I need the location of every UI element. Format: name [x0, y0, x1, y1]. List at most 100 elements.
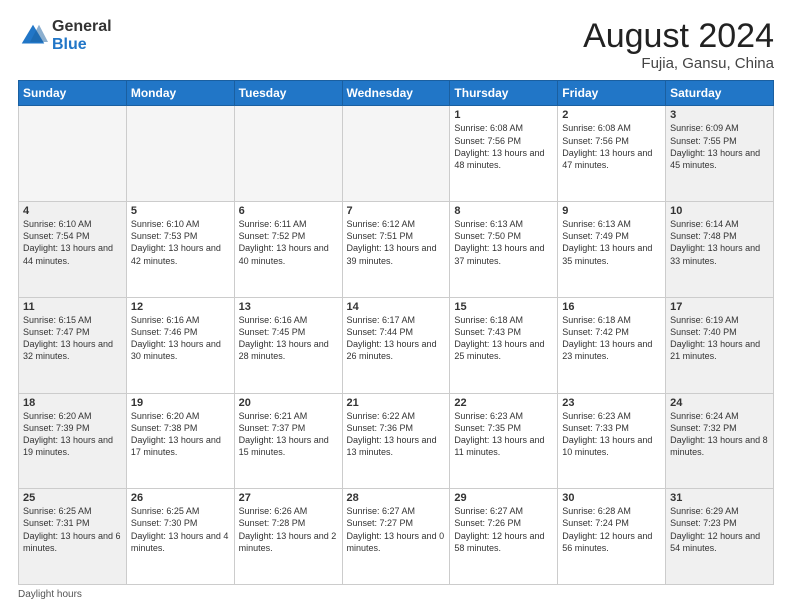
- day-info: Sunrise: 6:13 AM Sunset: 7:49 PM Dayligh…: [562, 218, 661, 267]
- table-row: [234, 106, 342, 202]
- logo-blue-text: Blue: [52, 36, 112, 54]
- table-row: 13Sunrise: 6:16 AM Sunset: 7:45 PM Dayli…: [234, 297, 342, 393]
- day-number: 17: [670, 301, 769, 313]
- table-row: 31Sunrise: 6:29 AM Sunset: 7:23 PM Dayli…: [666, 489, 774, 585]
- header: General Blue August 2024 Fujia, Gansu, C…: [18, 18, 774, 72]
- table-row: 27Sunrise: 6:26 AM Sunset: 7:28 PM Dayli…: [234, 489, 342, 585]
- col-header-monday: Monday: [126, 81, 234, 106]
- table-row: 9Sunrise: 6:13 AM Sunset: 7:49 PM Daylig…: [558, 202, 666, 298]
- table-row: 30Sunrise: 6:28 AM Sunset: 7:24 PM Dayli…: [558, 489, 666, 585]
- day-info: Sunrise: 6:15 AM Sunset: 7:47 PM Dayligh…: [23, 314, 122, 363]
- calendar-week-4: 18Sunrise: 6:20 AM Sunset: 7:39 PM Dayli…: [19, 393, 774, 489]
- day-info: Sunrise: 6:25 AM Sunset: 7:31 PM Dayligh…: [23, 505, 122, 554]
- table-row: 7Sunrise: 6:12 AM Sunset: 7:51 PM Daylig…: [342, 202, 450, 298]
- day-number: 6: [239, 205, 338, 217]
- main-title: August 2024: [583, 18, 774, 55]
- day-info: Sunrise: 6:21 AM Sunset: 7:37 PM Dayligh…: [239, 410, 338, 459]
- day-number: 22: [454, 397, 553, 409]
- day-info: Sunrise: 6:18 AM Sunset: 7:43 PM Dayligh…: [454, 314, 553, 363]
- day-info: Sunrise: 6:12 AM Sunset: 7:51 PM Dayligh…: [347, 218, 446, 267]
- day-info: Sunrise: 6:29 AM Sunset: 7:23 PM Dayligh…: [670, 505, 769, 554]
- day-info: Sunrise: 6:08 AM Sunset: 7:56 PM Dayligh…: [562, 122, 661, 171]
- day-info: Sunrise: 6:18 AM Sunset: 7:42 PM Dayligh…: [562, 314, 661, 363]
- table-row: 16Sunrise: 6:18 AM Sunset: 7:42 PM Dayli…: [558, 297, 666, 393]
- day-number: 21: [347, 397, 446, 409]
- table-row: 23Sunrise: 6:23 AM Sunset: 7:33 PM Dayli…: [558, 393, 666, 489]
- day-number: 14: [347, 301, 446, 313]
- calendar-header-row: SundayMondayTuesdayWednesdayThursdayFrid…: [19, 81, 774, 106]
- table-row: 14Sunrise: 6:17 AM Sunset: 7:44 PM Dayli…: [342, 297, 450, 393]
- table-row: 3Sunrise: 6:09 AM Sunset: 7:55 PM Daylig…: [666, 106, 774, 202]
- table-row: 20Sunrise: 6:21 AM Sunset: 7:37 PM Dayli…: [234, 393, 342, 489]
- calendar-table: SundayMondayTuesdayWednesdayThursdayFrid…: [18, 80, 774, 585]
- day-number: 7: [347, 205, 446, 217]
- day-number: 9: [562, 205, 661, 217]
- day-number: 1: [454, 109, 553, 121]
- col-header-saturday: Saturday: [666, 81, 774, 106]
- day-number: 16: [562, 301, 661, 313]
- day-info: Sunrise: 6:10 AM Sunset: 7:53 PM Dayligh…: [131, 218, 230, 267]
- day-info: Sunrise: 6:27 AM Sunset: 7:27 PM Dayligh…: [347, 505, 446, 554]
- table-row: 1Sunrise: 6:08 AM Sunset: 7:56 PM Daylig…: [450, 106, 558, 202]
- day-info: Sunrise: 6:13 AM Sunset: 7:50 PM Dayligh…: [454, 218, 553, 267]
- col-header-wednesday: Wednesday: [342, 81, 450, 106]
- table-row: 2Sunrise: 6:08 AM Sunset: 7:56 PM Daylig…: [558, 106, 666, 202]
- calendar-week-2: 4Sunrise: 6:10 AM Sunset: 7:54 PM Daylig…: [19, 202, 774, 298]
- table-row: 10Sunrise: 6:14 AM Sunset: 7:48 PM Dayli…: [666, 202, 774, 298]
- day-number: 10: [670, 205, 769, 217]
- day-info: Sunrise: 6:22 AM Sunset: 7:36 PM Dayligh…: [347, 410, 446, 459]
- page: General Blue August 2024 Fujia, Gansu, C…: [0, 0, 792, 612]
- day-info: Sunrise: 6:25 AM Sunset: 7:30 PM Dayligh…: [131, 505, 230, 554]
- table-row: 26Sunrise: 6:25 AM Sunset: 7:30 PM Dayli…: [126, 489, 234, 585]
- day-number: 27: [239, 492, 338, 504]
- logo-icon: [18, 21, 48, 51]
- day-info: Sunrise: 6:26 AM Sunset: 7:28 PM Dayligh…: [239, 505, 338, 554]
- table-row: 4Sunrise: 6:10 AM Sunset: 7:54 PM Daylig…: [19, 202, 127, 298]
- table-row: 24Sunrise: 6:24 AM Sunset: 7:32 PM Dayli…: [666, 393, 774, 489]
- day-info: Sunrise: 6:27 AM Sunset: 7:26 PM Dayligh…: [454, 505, 553, 554]
- day-info: Sunrise: 6:20 AM Sunset: 7:39 PM Dayligh…: [23, 410, 122, 459]
- day-number: 24: [670, 397, 769, 409]
- day-info: Sunrise: 6:28 AM Sunset: 7:24 PM Dayligh…: [562, 505, 661, 554]
- table-row: 6Sunrise: 6:11 AM Sunset: 7:52 PM Daylig…: [234, 202, 342, 298]
- day-info: Sunrise: 6:19 AM Sunset: 7:40 PM Dayligh…: [670, 314, 769, 363]
- daylight-hours-label: Daylight hours: [18, 589, 82, 600]
- title-block: August 2024 Fujia, Gansu, China: [583, 18, 774, 72]
- table-row: 19Sunrise: 6:20 AM Sunset: 7:38 PM Dayli…: [126, 393, 234, 489]
- table-row: 11Sunrise: 6:15 AM Sunset: 7:47 PM Dayli…: [19, 297, 127, 393]
- day-number: 30: [562, 492, 661, 504]
- day-number: 15: [454, 301, 553, 313]
- col-header-sunday: Sunday: [19, 81, 127, 106]
- logo-general-text: General: [52, 18, 112, 36]
- day-info: Sunrise: 6:16 AM Sunset: 7:46 PM Dayligh…: [131, 314, 230, 363]
- calendar-week-3: 11Sunrise: 6:15 AM Sunset: 7:47 PM Dayli…: [19, 297, 774, 393]
- table-row: 25Sunrise: 6:25 AM Sunset: 7:31 PM Dayli…: [19, 489, 127, 585]
- day-number: 28: [347, 492, 446, 504]
- subtitle: Fujia, Gansu, China: [583, 55, 774, 72]
- table-row: 21Sunrise: 6:22 AM Sunset: 7:36 PM Dayli…: [342, 393, 450, 489]
- table-row: [19, 106, 127, 202]
- day-info: Sunrise: 6:23 AM Sunset: 7:33 PM Dayligh…: [562, 410, 661, 459]
- day-number: 18: [23, 397, 122, 409]
- day-number: 29: [454, 492, 553, 504]
- day-info: Sunrise: 6:23 AM Sunset: 7:35 PM Dayligh…: [454, 410, 553, 459]
- day-number: 23: [562, 397, 661, 409]
- table-row: 18Sunrise: 6:20 AM Sunset: 7:39 PM Dayli…: [19, 393, 127, 489]
- day-info: Sunrise: 6:10 AM Sunset: 7:54 PM Dayligh…: [23, 218, 122, 267]
- table-row: 17Sunrise: 6:19 AM Sunset: 7:40 PM Dayli…: [666, 297, 774, 393]
- day-number: 11: [23, 301, 122, 313]
- day-number: 13: [239, 301, 338, 313]
- table-row: 8Sunrise: 6:13 AM Sunset: 7:50 PM Daylig…: [450, 202, 558, 298]
- day-number: 8: [454, 205, 553, 217]
- day-number: 20: [239, 397, 338, 409]
- day-number: 19: [131, 397, 230, 409]
- table-row: 15Sunrise: 6:18 AM Sunset: 7:43 PM Dayli…: [450, 297, 558, 393]
- day-number: 3: [670, 109, 769, 121]
- day-number: 26: [131, 492, 230, 504]
- day-number: 4: [23, 205, 122, 217]
- day-info: Sunrise: 6:14 AM Sunset: 7:48 PM Dayligh…: [670, 218, 769, 267]
- table-row: [126, 106, 234, 202]
- day-info: Sunrise: 6:17 AM Sunset: 7:44 PM Dayligh…: [347, 314, 446, 363]
- day-number: 12: [131, 301, 230, 313]
- day-info: Sunrise: 6:16 AM Sunset: 7:45 PM Dayligh…: [239, 314, 338, 363]
